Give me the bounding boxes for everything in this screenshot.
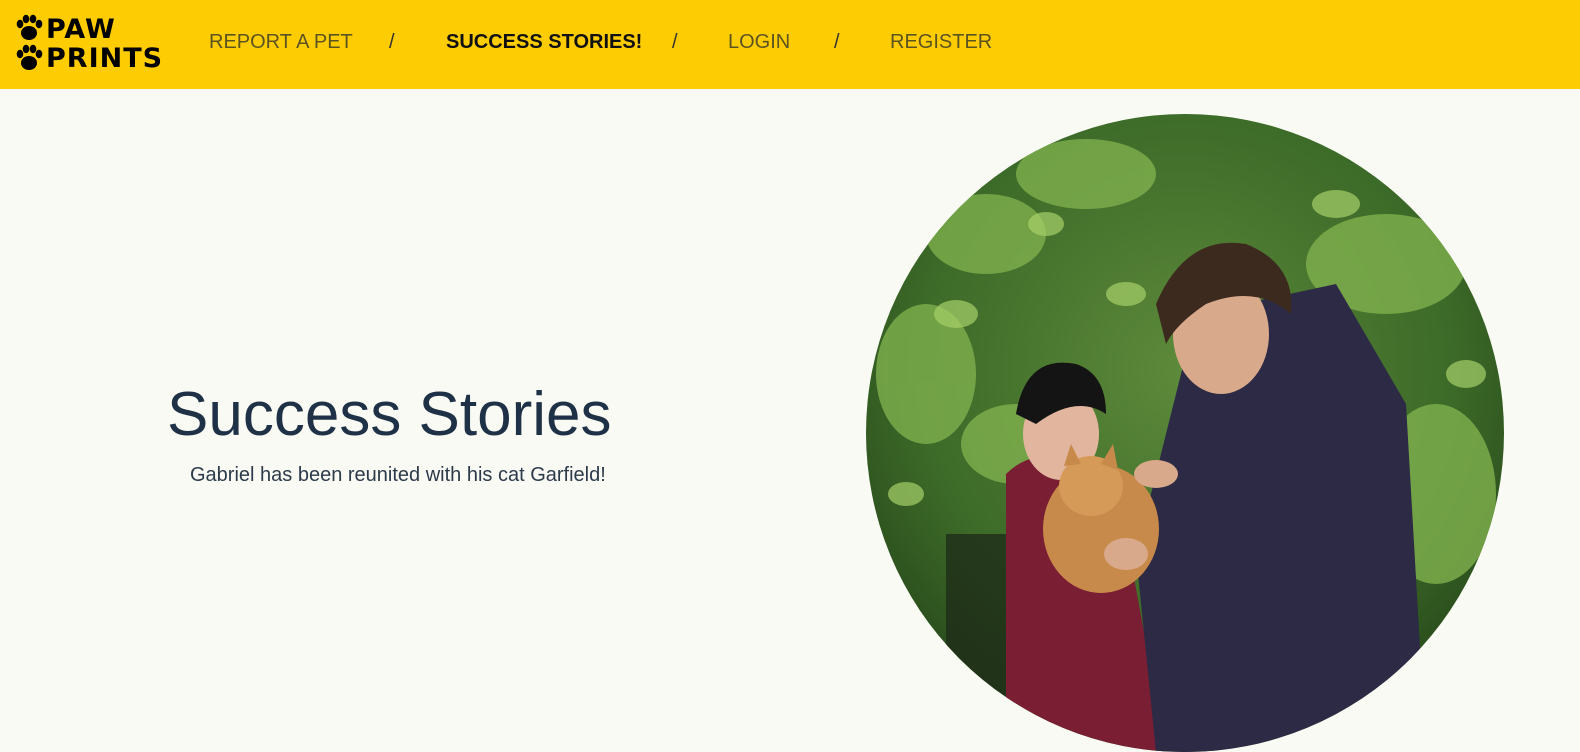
top-nav-bar: PAW PRINTS REPORT A PET / SUCCESS STORIE… — [0, 0, 1580, 89]
nav-success-stories[interactable]: SUCCESS STORIES! — [446, 31, 642, 54]
story-subtitle: Gabriel has been reunited with his cat G… — [190, 464, 606, 486]
page-title: Success Stories — [167, 380, 612, 449]
nav-separator: / — [672, 31, 678, 53]
logo-text-prints: PRINTS — [46, 43, 164, 74]
nav-login[interactable]: LOGIN — [728, 31, 790, 54]
nav-separator: / — [389, 31, 395, 53]
logo-text-paw: PAW — [46, 14, 116, 45]
story-photo — [866, 114, 1504, 752]
paw-prints-logo[interactable]: PAW PRINTS — [14, 14, 162, 72]
nav-report-a-pet[interactable]: REPORT A PET — [209, 31, 353, 54]
nav-separator: / — [834, 31, 840, 53]
nav-register[interactable]: REGISTER — [890, 31, 992, 54]
reunion-photo-illustration — [866, 114, 1504, 752]
paw-icon — [16, 44, 43, 70]
paw-icon — [16, 14, 43, 40]
